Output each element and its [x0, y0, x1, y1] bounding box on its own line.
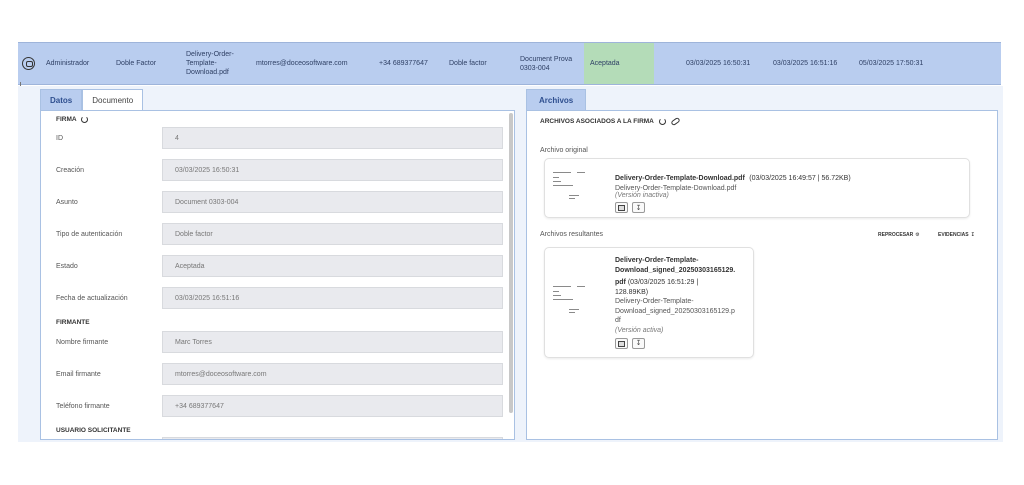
tab-documento[interactable]: Documento: [82, 89, 144, 110]
view-icon[interactable]: [615, 202, 628, 213]
result-file-filename-2: Download_signed_20250303165129.p: [615, 307, 735, 315]
result-file-filename-1: Delivery-Order-Template-: [615, 298, 694, 305]
created-date-cell: 03/03/2025 16:50:31: [686, 60, 751, 67]
updated-date-cell: 03/03/2025 16:51:16: [773, 60, 838, 67]
expiry-date-cell: 05/03/2025 17:50:31: [859, 60, 924, 67]
details-tabs: Datos Documento: [40, 89, 144, 110]
original-file-meta: (03/03/2025 16:49:57 | 56.72KB): [749, 175, 851, 182]
field-label-signer-name: Nombre firmante: [56, 339, 109, 346]
original-file-card[interactable]: Delivery-Order-Template-Download.pdf (03…: [544, 158, 970, 218]
files-title: ARCHIVOS ASOCIADOS A LA FIRMA: [540, 116, 681, 127]
scrollbar[interactable]: [509, 113, 513, 413]
field-label-auth-type: Tipo de autenticación: [56, 231, 123, 238]
document-file-cell: Delivery-Order-Template-Download.pdf: [186, 51, 234, 76]
reprocess-button[interactable]: REPROCESAR ⚙: [878, 232, 920, 238]
phone-cell: +34 689377647: [379, 60, 428, 67]
email-cell: mtorres@doceosoftware.com: [256, 60, 348, 67]
result-file-name-3[interactable]: pdf: [615, 279, 626, 286]
view-icon[interactable]: [615, 338, 628, 349]
usuario-section-title: USUARIO SOLICITANTE: [56, 427, 131, 434]
original-file-label: Archivo original: [540, 147, 588, 154]
original-file-filename: Delivery-Order-Template-Download.pdf: [615, 185, 737, 192]
field-value-updated: 03/03/2025 16:51:16: [162, 287, 503, 309]
status-badge: Aceptada: [584, 43, 654, 84]
field-label-created: Creación: [56, 167, 85, 174]
result-file-meta-2: 128.89KB): [615, 288, 649, 296]
original-file-name[interactable]: Delivery-Order-Template-Download.pdf: [615, 175, 745, 182]
evidence-label: EVIDENCIAS: [938, 232, 969, 238]
firma-section-label: FIRMA: [56, 116, 77, 123]
field-label-subject: Asunto: [56, 199, 78, 206]
role-cell: Administrador: [46, 60, 90, 67]
field-value-signer-name: Marc Torres: [162, 331, 503, 353]
field-value-created: 03/03/2025 16:50:31: [162, 159, 503, 181]
tab-archivos[interactable]: Archivos: [526, 89, 587, 110]
files-title-label: ARCHIVOS ASOCIADOS A LA FIRMA: [540, 118, 654, 125]
result-file-name-2[interactable]: Download_signed_20250303165129.: [615, 266, 751, 276]
download-icon: ↧: [970, 232, 975, 238]
field-value-requester: [162, 437, 503, 439]
datos-form: FIRMA ID 4 Creación 03/03/2025 16:50:31 …: [40, 110, 515, 440]
result-file-meta-1: (03/03/2025 16:51:29 |: [625, 279, 699, 286]
files-panel: Archivos ARCHIVOS ASOCIADOS A LA FIRMA A…: [522, 86, 1003, 442]
field-label-signer-phone: Teléfono firmante: [56, 403, 110, 410]
firma-section-title: FIRMA: [56, 116, 88, 123]
firmante-section-title: FIRMANTE: [56, 319, 90, 326]
files-content: ARCHIVOS ASOCIADOS A LA FIRMA Archivo or…: [526, 110, 998, 440]
field-value-signer-phone: +34 689377647: [162, 395, 503, 417]
reprocess-label: REPROCESAR: [878, 232, 914, 238]
field-value-status: Aceptada: [162, 255, 503, 277]
result-file-name-1[interactable]: Delivery-Order-Template-: [615, 256, 751, 266]
document-name-cell: Document Prova 0303-004: [520, 55, 573, 72]
reload-icon[interactable]: [80, 116, 88, 123]
file-thumbnail: [553, 283, 601, 319]
field-value-signer-email: mtorres@doceosoftware.com: [162, 363, 503, 385]
result-files-label: Archivos resultantes: [540, 231, 604, 238]
download-icon[interactable]: ↧: [632, 202, 645, 213]
field-label-status: Estado: [56, 263, 78, 270]
gear-icon: ⚙: [915, 232, 920, 238]
original-file-version: (Versión inactiva): [615, 192, 669, 199]
auth-type-cell: Doble Factor: [116, 60, 157, 67]
reload-icon[interactable]: [658, 118, 666, 125]
file-thumbnail: [553, 169, 601, 205]
field-value-auth-type: Doble factor: [162, 223, 503, 245]
field-label-updated: Fecha de actualización: [56, 295, 128, 302]
evidence-button[interactable]: EVIDENCIAS ↧: [938, 232, 975, 238]
signature-summary-row[interactable]: Administrador Doble Factor Delivery-Orde…: [18, 42, 1001, 85]
field-value-subject: Document 0303-004: [162, 191, 503, 213]
tab-datos[interactable]: Datos: [40, 89, 83, 110]
link-icon[interactable]: [670, 116, 681, 127]
field-label-id: ID: [56, 135, 63, 142]
download-icon[interactable]: ↧: [632, 338, 645, 349]
field-value-id: 4: [162, 127, 503, 149]
original-file-info: Delivery-Order-Template-Download.pdf (03…: [615, 167, 965, 213]
result-file-version: (Versión activa): [615, 326, 664, 334]
details-panel: Datos Documento FIRMA ID 4 Creación 03/0…: [18, 86, 522, 442]
document-sign-icon: [22, 57, 35, 70]
result-file-info: Delivery-Order-Template- Download_signed…: [615, 256, 751, 349]
result-file-filename-3: df: [615, 317, 621, 324]
field-label-signer-email: Email firmante: [56, 371, 101, 378]
result-file-card[interactable]: Delivery-Order-Template- Download_signed…: [544, 247, 754, 358]
auth-method-cell: Doble factor: [449, 60, 487, 67]
